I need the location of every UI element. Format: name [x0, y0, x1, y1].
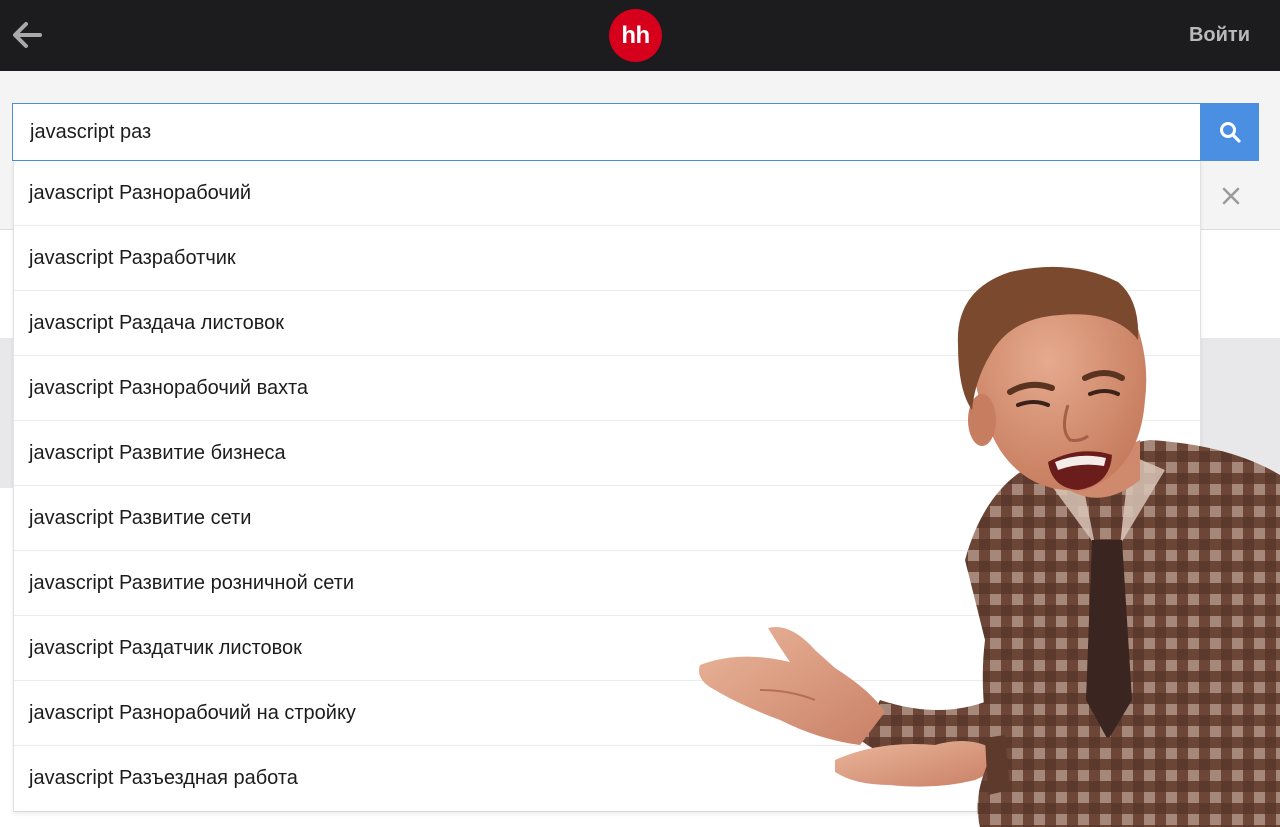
suggestion-item[interactable]: javascript Разнорабочий вахта	[14, 356, 1200, 421]
arrow-left-icon	[13, 22, 42, 48]
suggestion-item[interactable]: javascript Разнорабочий на стройку	[14, 681, 1200, 746]
suggestion-item[interactable]: javascript Раздача листовок	[14, 291, 1200, 356]
login-link[interactable]: Войти	[1189, 20, 1250, 50]
hh-logo[interactable]: hh	[609, 9, 662, 62]
suggestion-item[interactable]: javascript Раздатчик листовок	[14, 616, 1200, 681]
top-header: hh Войти	[0, 0, 1280, 71]
clear-search-button[interactable]	[1213, 178, 1249, 214]
suggestion-item[interactable]: javascript Развитие розничной сети	[14, 551, 1200, 616]
search-icon	[1220, 122, 1241, 143]
close-icon	[1222, 187, 1240, 205]
suggestion-item[interactable]: javascript Разъездная работа	[14, 746, 1200, 811]
suggestion-item[interactable]: javascript Разработчик	[14, 226, 1200, 291]
search-button[interactable]	[1201, 103, 1259, 161]
suggestion-item[interactable]: javascript Развитие бизнеса	[14, 421, 1200, 486]
suggestion-item[interactable]: javascript Разнорабочий	[14, 161, 1200, 226]
back-button[interactable]	[10, 17, 44, 53]
suggestion-item[interactable]: javascript Развитие сети	[14, 486, 1200, 551]
search-input[interactable]	[12, 103, 1201, 161]
suggestions-dropdown: javascript Разнорабочий javascript Разра…	[13, 161, 1201, 812]
